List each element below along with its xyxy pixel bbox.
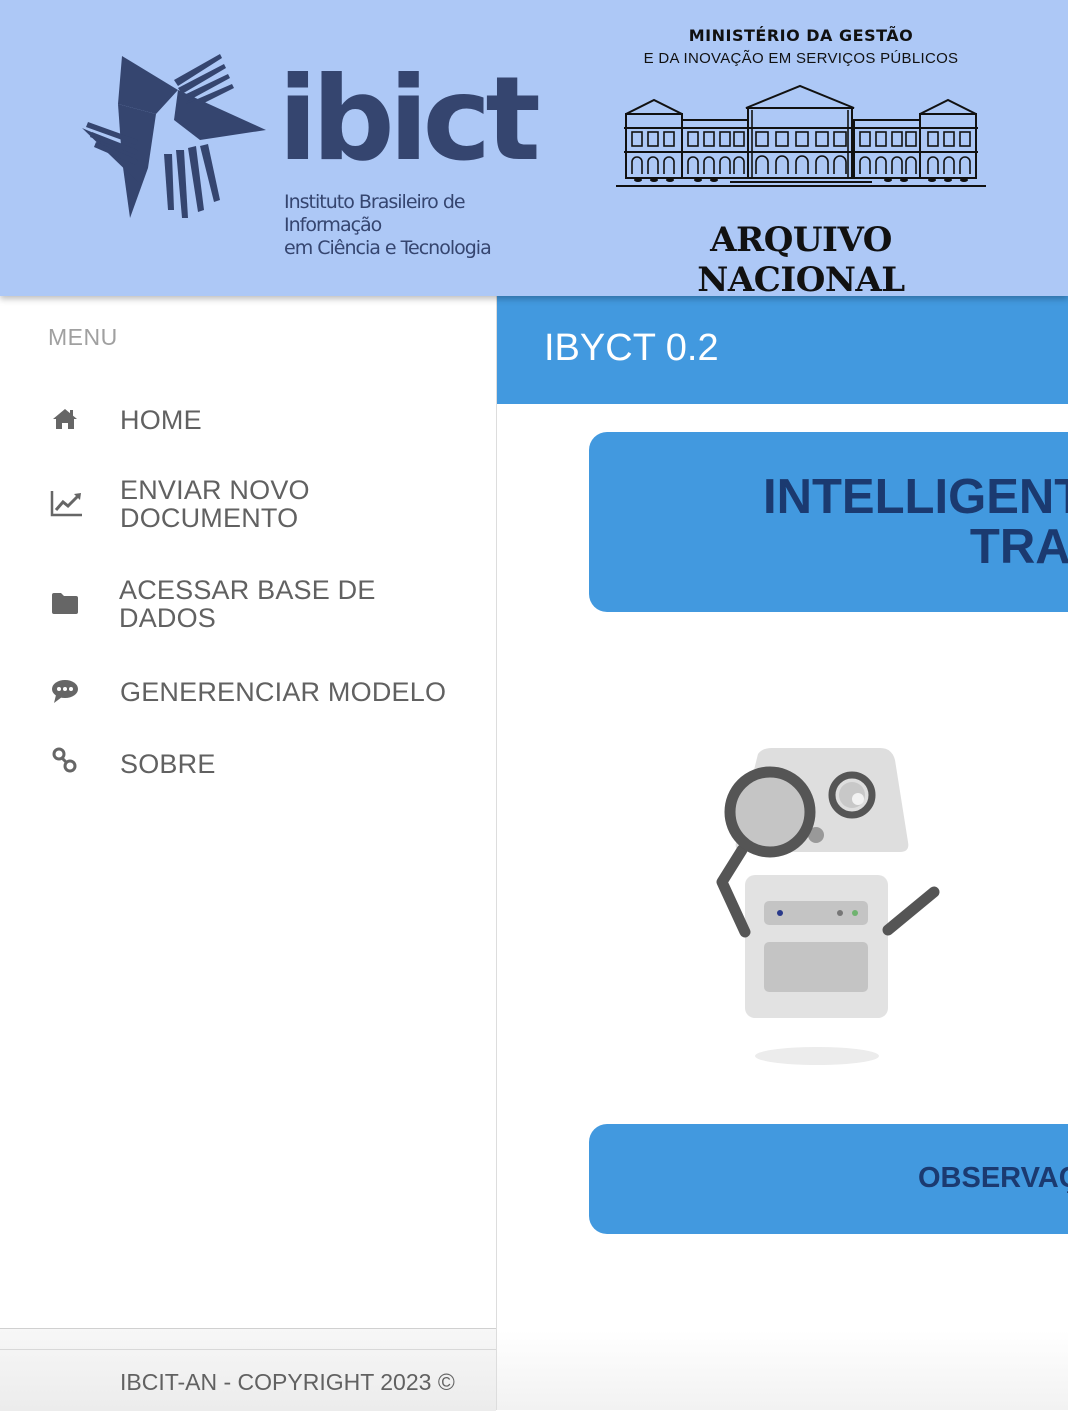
hero-title-line1: INTELLIGENT [763,470,1068,524]
header-banner: ibict Instituto Brasileiro de Informação… [0,0,1068,300]
link-icon [52,747,77,773]
observation-title: OBSERVAÇ [918,1162,1068,1194]
hero-card: INTELLIGENT TRAI [589,432,1068,612]
sidebar-item-sobre-label: SOBRE [120,750,216,778]
robot-magnifier-illustration [716,748,940,1065]
menu-heading: MENU [48,324,118,350]
sidebar-item-gerenciar-modelo[interactable]: GENERENCIAR MODELO [0,672,496,712]
copyright-text: IBCIT-AN - COPYRIGHT 2023 © [120,1369,455,1395]
line-chart-icon [50,491,82,517]
ministry-subtitle: E DA INOVAÇÃO EM SERVIÇOS PÚBLICOS [643,50,959,67]
chat-bubble-icon [52,680,78,703]
footer-divider [0,1349,496,1350]
sidebar-item-enviar-documento-label-line1: ENVIAR NOVO [120,475,310,505]
sidebar-footer: IBCIT-AN - COPYRIGHT 2023 © [0,1328,496,1411]
sidebar: MENU HOME ENVIAR NOVO DOCUMENTO ACESSAR … [0,296,497,1410]
arquivo-nacional-title: ARQUIVO NACIONAL [697,220,905,300]
sidebar-item-home-label-line1: HOME [120,405,202,435]
sidebar-item-gerenciar-modelo-label: GENERENCIAR MODELO [120,678,446,706]
sidebar-item-acessar-base-label-line2: DADOS [119,603,217,633]
ministry-title: MINISTÉRIO DA GESTÃO [688,26,914,45]
sidebar-item-home[interactable]: HOME [0,400,496,440]
ibict-subtitle-line1: Instituto Brasileiro de Informação [284,191,466,236]
observation-card[interactable]: OBSERVAÇ [589,1124,1068,1234]
hero-title-line2: TRAI [969,520,1068,574]
sidebar-item-sobre[interactable]: SOBRE [0,744,496,784]
sidebar-item-enviar-documento-label-line2: DOCUMENTO [120,503,299,533]
sidebar-item-acessar-base[interactable]: ACESSAR BASE DE DADOS [0,572,496,636]
building-icon [616,84,986,187]
sidebar-item-acessar-base-label: ACESSAR BASE DE DADOS [119,576,376,632]
ibict-mark-icon [82,54,266,218]
hero-title: INTELLIGENT TRAI [763,472,1068,572]
folder-icon [52,593,78,614]
main-bottom-fade [497,1330,1068,1410]
ibict-wordmark: ibict [278,52,541,187]
sidebar-item-home-label: HOME [120,406,202,434]
sidebar-item-enviar-documento[interactable]: ENVIAR NOVO DOCUMENTO [0,472,496,536]
sidebar-item-sobre-label-line1: SOBRE [120,749,216,779]
app-title: IBYCT 0.2 [544,327,719,369]
arquivo-nacional-logo: MINISTÉRIO DA GESTÃO E DA INOVAÇÃO EM SE… [606,24,996,300]
sidebar-item-gerenciar-modelo-label-line1: GENERENCIAR MODELO [120,677,447,707]
ibict-subtitle-line2: em Ciência e Tecnologia [284,237,492,259]
sidebar-item-acessar-base-label-line1: ACESSAR BASE DE [119,575,376,605]
sidebar-item-enviar-documento-label: ENVIAR NOVO DOCUMENTO [120,476,310,532]
ibict-subtitle: Instituto Brasileiro de Informação em Ci… [284,191,558,260]
app-toolbar: IBYCT 0.2 [496,296,1068,404]
home-icon [53,409,77,429]
ibict-logo: ibict Instituto Brasileiro de Informação… [78,50,558,259]
